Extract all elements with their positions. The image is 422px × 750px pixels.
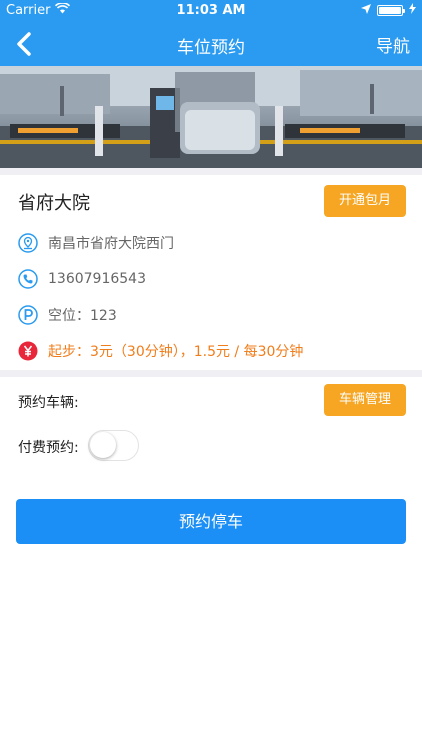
phone-icon — [18, 269, 38, 289]
paid-booking-toggle[interactable] — [88, 430, 139, 461]
nav-bar: 车位预约 导航 — [0, 22, 422, 66]
price-row: 起步：3元（30分钟），1.5元 / 每30分钟 — [18, 341, 303, 361]
charging-icon — [409, 3, 416, 18]
status-bar: Carrier 11:03 AM — [0, 0, 422, 22]
battery-icon — [377, 5, 405, 16]
monthly-pass-button[interactable]: 开通包月 — [324, 185, 406, 217]
banner-image — [0, 66, 422, 168]
address-row: 南昌市省府大院西门 — [18, 233, 174, 253]
clock: 11:03 AM — [176, 3, 246, 18]
yuan-icon — [18, 341, 38, 361]
page-title: 车位预约 — [177, 38, 245, 58]
parking-icon — [18, 305, 38, 325]
toggle-knob — [90, 432, 116, 458]
price-text: 起步：3元（30分钟），1.5元 / 每30分钟 — [48, 344, 304, 360]
paid-booking-label: 付费预约: — [18, 440, 79, 456]
divider — [0, 370, 422, 377]
location-arrow-icon — [361, 3, 371, 18]
address-text: 南昌市省府大院西门 — [48, 236, 174, 252]
lot-name: 省府大院 — [18, 193, 90, 214]
lot-info-card: 省府大院 开通包月 南昌市省府大院西门 13607916543 空位：123 起… — [0, 175, 422, 370]
location-pin-icon — [18, 233, 38, 253]
vehicle-label: 预约车辆: — [18, 395, 79, 411]
vehicle-management-button[interactable]: 车辆管理 — [324, 384, 406, 416]
phone-text: 13607916543 — [48, 271, 146, 287]
divider — [0, 168, 422, 175]
phone-row[interactable]: 13607916543 — [18, 269, 146, 289]
spaces-text: 空位：123 — [48, 308, 117, 324]
navigate-button[interactable]: 导航 — [376, 32, 410, 57]
spaces-row: 空位：123 — [18, 305, 117, 325]
book-parking-button[interactable]: 预约停车 — [16, 499, 406, 544]
